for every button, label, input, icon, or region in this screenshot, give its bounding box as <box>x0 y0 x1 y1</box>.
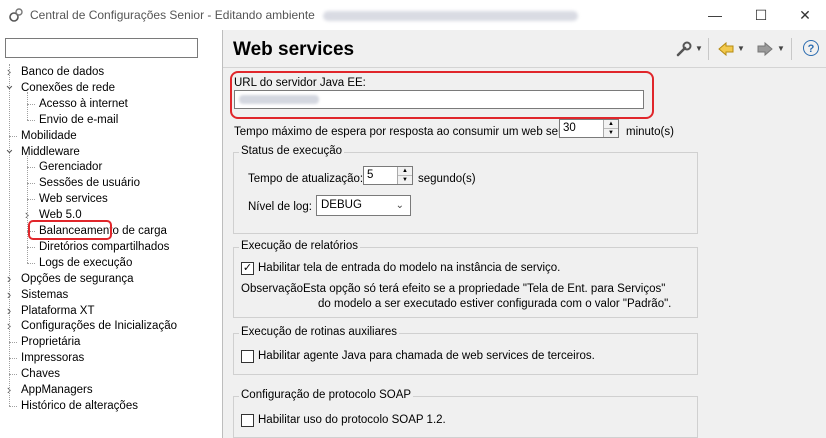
tree-item[interactable]: Envio de e-mail <box>39 112 118 128</box>
tree-item[interactable]: Plataforma XT <box>21 303 95 319</box>
title-bar: Central de Configurações Senior - Editan… <box>0 0 826 30</box>
refresh-value: 5 <box>367 169 374 181</box>
tree-item[interactable]: Sessões de usuário <box>39 175 140 191</box>
timeout-stepper[interactable]: 30 ▲ ▼ <box>559 119 619 138</box>
tree-connector <box>27 103 35 105</box>
tree-item[interactable]: Histórico de alterações <box>21 398 138 414</box>
tree-connector <box>9 64 10 406</box>
tree-item[interactable]: Chaves <box>21 366 60 382</box>
tree-item[interactable]: Configurações de Inicialização <box>21 318 177 334</box>
timeout-label: Tempo máximo de espera por resposta ao c… <box>234 126 586 138</box>
tree-connector <box>9 135 17 137</box>
tree-connector <box>9 405 17 407</box>
tree-item[interactable]: Diretórios compartilhados <box>39 239 169 255</box>
status-group-title: Status de execução <box>239 145 345 157</box>
help-icon[interactable]: ? <box>803 40 819 56</box>
report-entry-screen-checkbox[interactable]: ✓ <box>241 262 254 275</box>
close-button[interactable]: ✕ <box>782 0 826 30</box>
tree-connector <box>9 374 17 376</box>
log-level-select[interactable]: DEBUG ⌄ <box>316 195 411 216</box>
refresh-unit: segundo(s) <box>418 173 476 185</box>
window-title: Central de Configurações Senior - Editan… <box>30 8 578 22</box>
wrench-dropdown-icon[interactable]: ▼ <box>695 44 703 64</box>
tree-connector <box>27 262 35 264</box>
tree-connector <box>27 183 35 185</box>
tree-connector <box>27 167 35 169</box>
tree-search-input[interactable] <box>5 38 198 58</box>
refresh-label: Tempo de atualização: <box>248 173 364 185</box>
redacted-environment-name <box>322 10 578 21</box>
highlight-annotation-url <box>230 71 654 119</box>
tree-connector <box>9 342 17 344</box>
app-gear-icon <box>9 8 23 22</box>
refresh-stepper[interactable]: 5 ▲ ▼ <box>363 166 413 185</box>
tree-item[interactable]: Acesso à internet <box>39 96 128 112</box>
timeout-value: 30 <box>563 122 576 134</box>
tree-item[interactable]: Proprietária <box>21 334 80 350</box>
java-agent-checkbox[interactable] <box>241 350 254 363</box>
tree-item[interactable]: Opções de segurança <box>21 271 134 287</box>
refresh-spin-buttons[interactable]: ▲ ▼ <box>397 167 412 184</box>
report-entry-screen-label: Habilitar tela de entrada do modelo na i… <box>258 262 561 274</box>
soap-12-label: Habilitar uso do protocolo SOAP 1.2. <box>258 414 446 426</box>
aux-routines-group: Execução de rotinas auxiliares Habilitar… <box>233 326 698 375</box>
aux-routines-group-title: Execução de rotinas auxiliares <box>239 326 399 338</box>
header-divider <box>223 67 826 68</box>
toolbar-separator <box>708 38 709 60</box>
tree-connector <box>9 358 17 360</box>
wrench-icon[interactable] <box>675 39 693 59</box>
tree-item[interactable]: Sistemas <box>21 287 68 303</box>
timeout-spin-buttons[interactable]: ▲ ▼ <box>603 120 618 137</box>
tree-connector <box>27 155 28 263</box>
log-level-label: Nível de log: <box>248 201 312 213</box>
tree-item[interactable]: Web services <box>39 191 108 207</box>
forward-arrow-icon[interactable] <box>756 39 774 59</box>
maximize-button[interactable]: ☐ <box>738 0 784 30</box>
note-line-2: do modelo a ser executado estiver config… <box>318 298 672 310</box>
page-title: Web services <box>233 39 355 60</box>
chevron-down-icon: ⌄ <box>395 200 404 211</box>
tree-item[interactable]: Middleware <box>21 144 80 160</box>
main-panel: Web services ▼ ▼ ▼ ? URL do servidor Jav… <box>223 30 826 438</box>
minimize-button[interactable]: — <box>692 0 738 30</box>
soap-group: Configuração de protocolo SOAP Habilitar… <box>233 389 698 438</box>
note-line-1: Esta opção só terá efeito se a proprieda… <box>303 283 666 295</box>
highlight-annotation-web-services <box>28 220 112 240</box>
tree-item[interactable]: Mobilidade <box>21 128 77 144</box>
tree-item[interactable]: Banco de dados <box>21 64 104 80</box>
tree-connector <box>27 199 35 201</box>
note-label: Observação: <box>241 283 307 295</box>
forward-dropdown-icon[interactable]: ▼ <box>777 44 785 64</box>
tree-connector <box>27 246 35 248</box>
reports-group-title: Execução de relatórios <box>239 240 360 252</box>
toolbar-separator <box>791 38 792 60</box>
reports-group: Execução de relatórios ✓ Habilitar tela … <box>233 240 698 318</box>
status-group: Status de execução Tempo de atualização:… <box>233 145 698 234</box>
timeout-unit: minuto(s) <box>626 126 674 138</box>
tree-item[interactable]: Logs de execução <box>39 255 132 271</box>
tree-connector <box>27 119 35 121</box>
log-level-value: DEBUG <box>321 199 362 211</box>
tree-item[interactable]: Conexões de rede <box>21 80 115 96</box>
tree-connector <box>27 91 28 120</box>
tree-item[interactable]: AppManagers <box>21 382 93 398</box>
soap-group-title: Configuração de protocolo SOAP <box>239 389 414 401</box>
back-arrow-icon[interactable] <box>717 39 735 59</box>
tree-item[interactable]: Impressoras <box>21 350 84 366</box>
java-agent-label: Habilitar agente Java para chamada de we… <box>258 350 595 362</box>
tree-item[interactable]: Gerenciador <box>39 159 102 175</box>
soap-12-checkbox[interactable] <box>241 414 254 427</box>
back-dropdown-icon[interactable]: ▼ <box>737 44 745 64</box>
sidebar: › Banco de dados ⌄ Conexões de rede Acesso à… <box>0 30 223 438</box>
